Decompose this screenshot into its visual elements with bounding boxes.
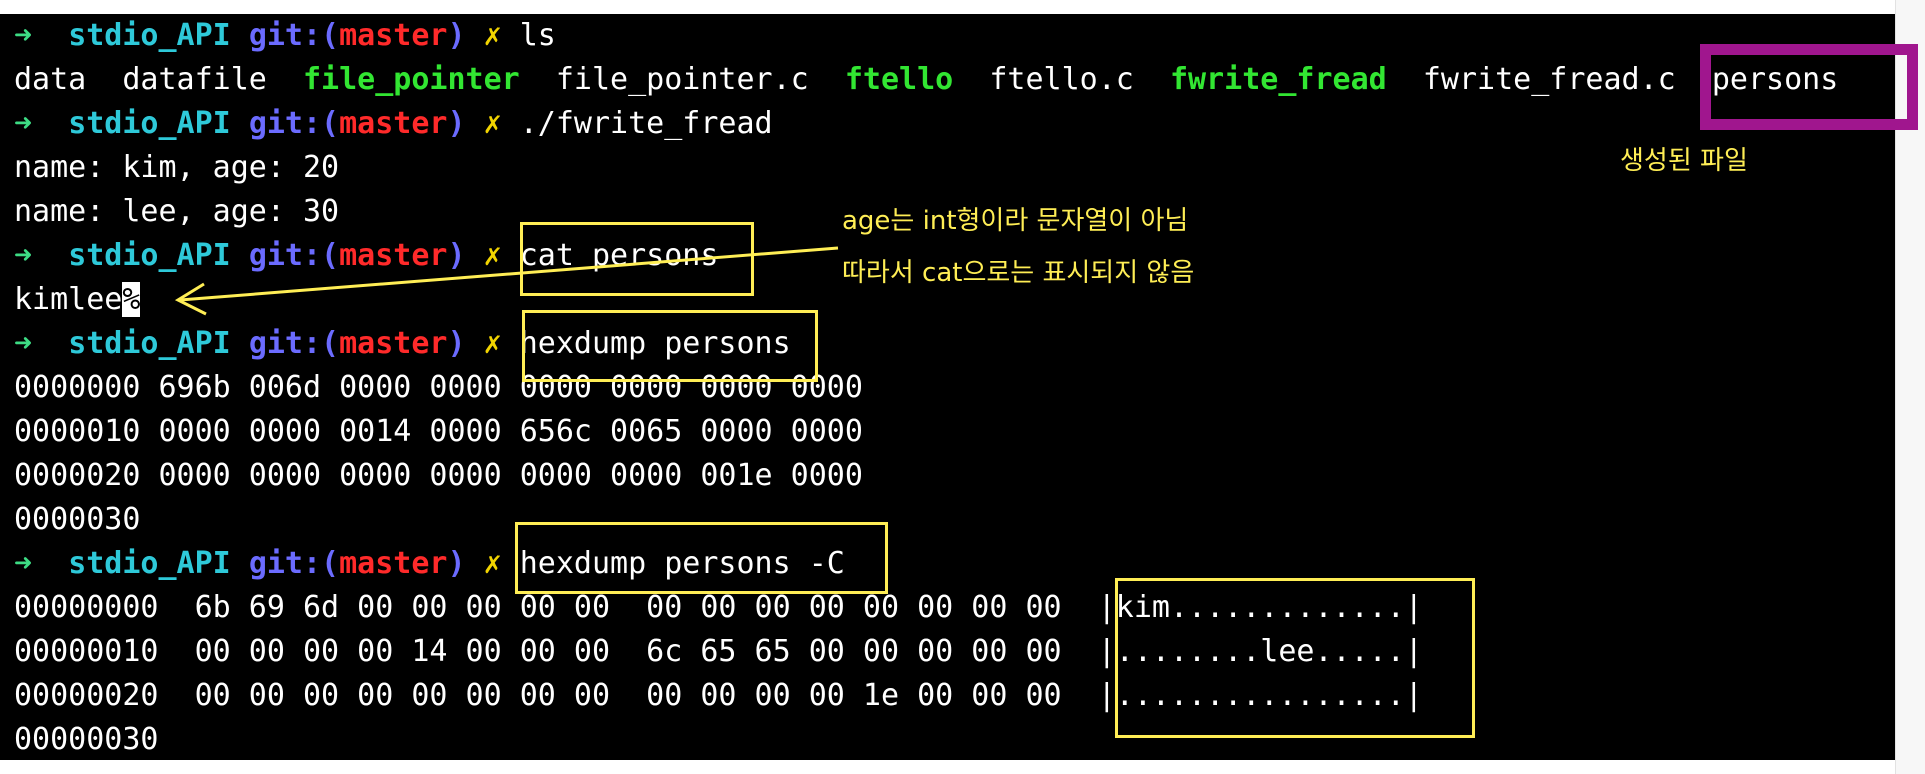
prompt-arrow: ➜ bbox=[14, 238, 33, 273]
prompt-arrow: ➜ bbox=[14, 18, 33, 53]
cursor-marker: % bbox=[122, 282, 141, 317]
prompt-git-close: ) bbox=[447, 18, 466, 53]
hex-bytes: 00 00 00 00 00 00 00 00 00 00 00 00 1e 0… bbox=[194, 678, 1062, 713]
prompt-line: ➜ stdio_API git:(master) ✗ ls bbox=[14, 14, 556, 58]
prompt-dirty: ✗ bbox=[483, 326, 502, 361]
hex-offset: 00000000 bbox=[14, 590, 159, 625]
highlight-box-cat bbox=[520, 222, 754, 296]
prompt-arrow: ➜ bbox=[14, 326, 33, 361]
hexdump-line: 0000020 0000 0000 0000 0000 0000 0000 00… bbox=[14, 458, 863, 493]
prompt-git: git:( bbox=[248, 106, 340, 141]
prompt-git: git:( bbox=[248, 326, 340, 361]
file-entry: data bbox=[14, 62, 87, 97]
prompt-git: git:( bbox=[248, 238, 340, 273]
output-line: name: lee, age: 30 bbox=[14, 194, 340, 229]
prompt-branch: master bbox=[339, 18, 448, 53]
hexdump-line: 00000030 bbox=[14, 722, 159, 757]
hexdump-line: 0000010 0000 0000 0014 0000 656c 0065 00… bbox=[14, 414, 863, 449]
command-text: ./fwrite_fread bbox=[519, 106, 773, 141]
hexdump-line: 0000030 bbox=[14, 502, 141, 537]
ls-output: data datafile file_pointer file_pointer.… bbox=[14, 58, 1838, 102]
prompt-dir: stdio_API bbox=[68, 326, 231, 361]
hex-offset: 00000020 bbox=[14, 678, 159, 713]
prompt-git-close: ) bbox=[447, 326, 466, 361]
prompt-git-close: ) bbox=[447, 106, 466, 141]
prompt-dirty: ✗ bbox=[483, 18, 502, 53]
annotation-note-line2: 따라서 cat으로는 표시되지 않음 bbox=[842, 258, 1195, 288]
cat-output: kimlee bbox=[14, 282, 123, 317]
output-line: kimlee% bbox=[14, 278, 141, 322]
prompt-dir: stdio_API bbox=[68, 18, 231, 53]
prompt-git: git:( bbox=[248, 18, 340, 53]
annotation-created-file: 생성된 파일 bbox=[1620, 146, 1748, 176]
prompt-dirty: ✗ bbox=[483, 546, 502, 581]
prompt-git-close: ) bbox=[447, 546, 466, 581]
prompt-line: ➜ stdio_API git:(master) ✗ ./fwrite_frea… bbox=[14, 102, 773, 146]
file-entry: ftello bbox=[844, 62, 954, 97]
file-entry: datafile bbox=[122, 62, 267, 97]
file-entry: fwrite_fread.c bbox=[1422, 62, 1676, 97]
file-entry: fwrite_fread bbox=[1170, 62, 1387, 97]
prompt-branch: master bbox=[339, 326, 448, 361]
hex-bytes: 6b 69 6d 00 00 00 00 00 00 00 00 00 00 0… bbox=[194, 590, 1062, 625]
hex-bytes: 00 00 00 00 14 00 00 00 6c 65 65 00 00 0… bbox=[194, 634, 1062, 669]
prompt-dir: stdio_API bbox=[68, 546, 231, 581]
prompt-git-close: ) bbox=[447, 238, 466, 273]
prompt-branch: master bbox=[339, 546, 448, 581]
command-text: ls bbox=[519, 18, 556, 53]
hex-offset: 00000010 bbox=[14, 634, 159, 669]
prompt-branch: master bbox=[339, 106, 448, 141]
output-line: name: kim, age: 20 bbox=[14, 150, 340, 185]
highlight-box-ascii bbox=[1115, 578, 1475, 738]
prompt-dir: stdio_API bbox=[68, 106, 231, 141]
prompt-dirty: ✗ bbox=[483, 238, 502, 273]
prompt-dirty: ✗ bbox=[483, 106, 502, 141]
file-entry: ftello.c bbox=[989, 62, 1134, 97]
prompt-git: git:( bbox=[248, 546, 340, 581]
prompt-branch: master bbox=[339, 238, 448, 273]
highlight-box-hexdump-c bbox=[515, 522, 888, 594]
file-entry: file_pointer bbox=[303, 62, 520, 97]
prompt-arrow: ➜ bbox=[14, 546, 33, 581]
file-entry: file_pointer.c bbox=[555, 62, 809, 97]
annotation-note-line1: age는 int형이라 문자열이 아님 bbox=[842, 206, 1189, 236]
highlight-box-hexdump bbox=[522, 310, 818, 382]
prompt-dir: stdio_API bbox=[68, 238, 231, 273]
highlight-box-persons bbox=[1700, 44, 1918, 130]
terminal-window[interactable]: ➜ stdio_API git:(master) ✗ ls data dataf… bbox=[0, 14, 1895, 760]
prompt-arrow: ➜ bbox=[14, 106, 33, 141]
